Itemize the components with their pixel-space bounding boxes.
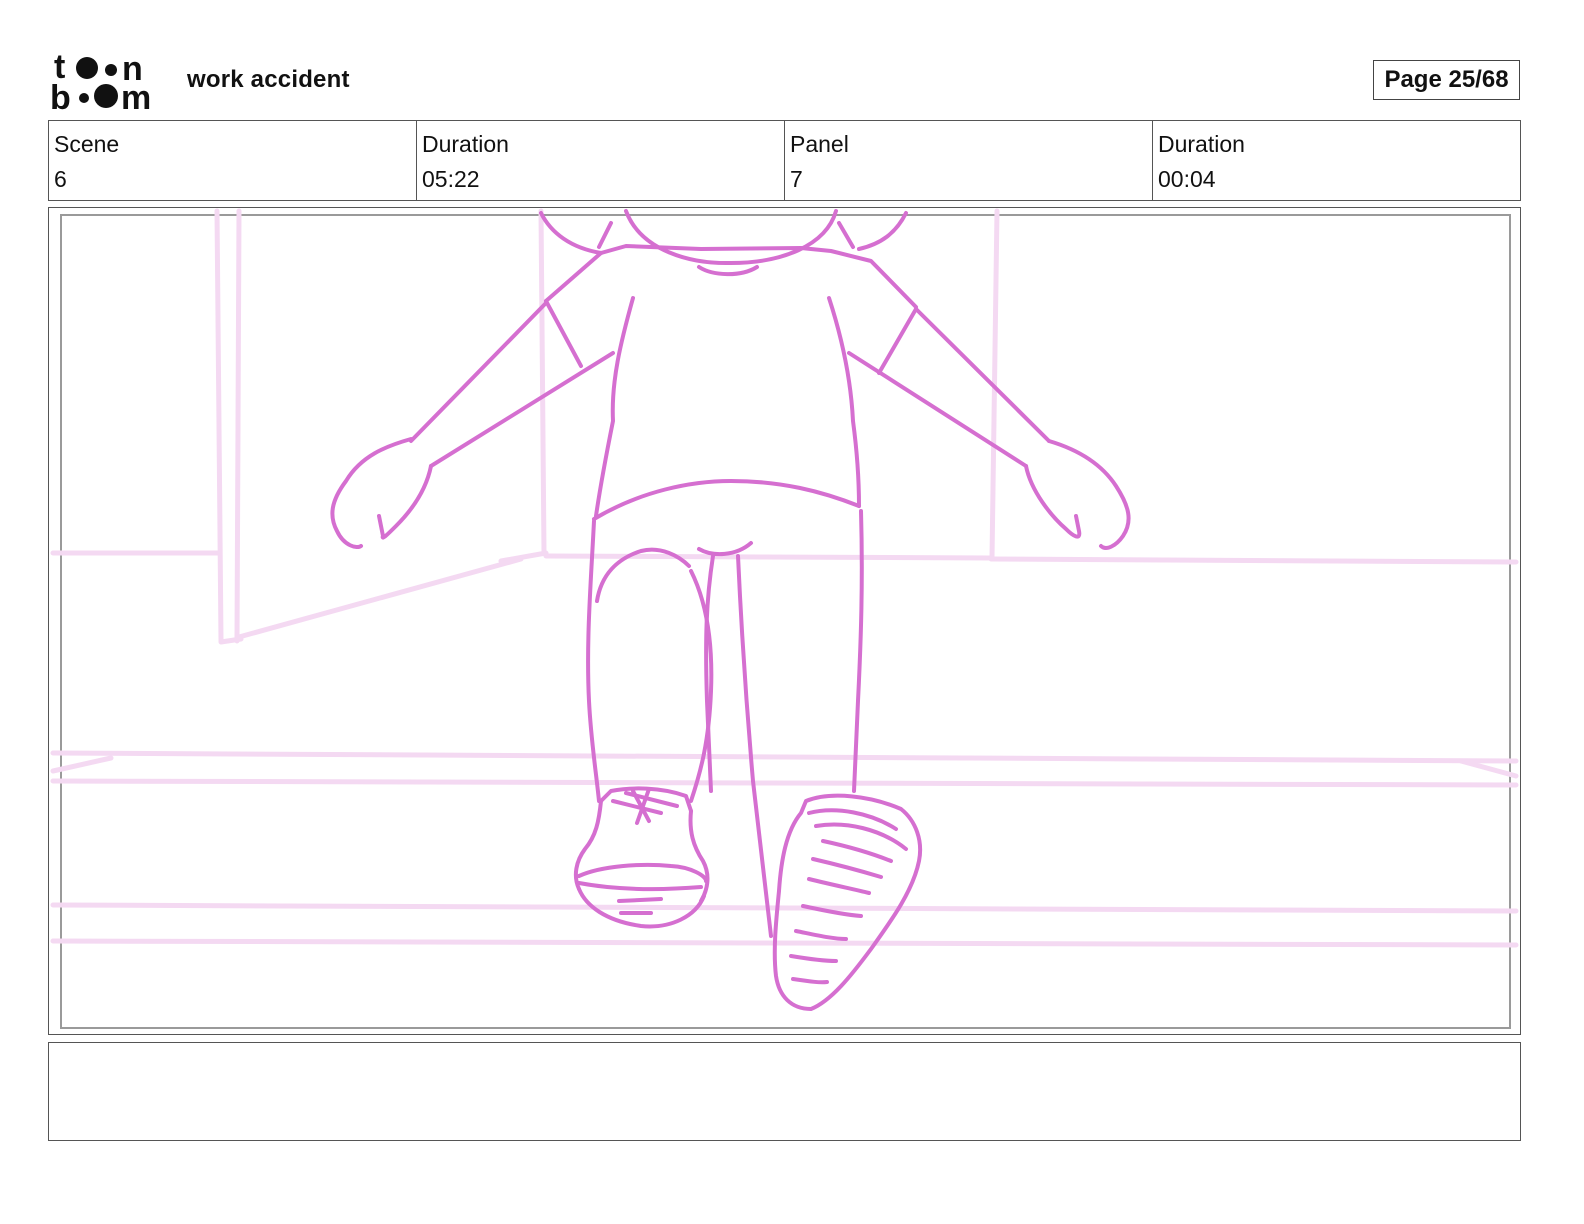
background-layout: [50, 208, 1519, 948]
character-sketch: [330, 209, 1131, 1011]
toon-boom-logo: t n b m: [50, 48, 165, 117]
scene-value: 6: [54, 166, 67, 192]
page-indicator: Page 25/68: [1373, 60, 1520, 100]
panel-duration-value: 00:04: [1158, 166, 1216, 192]
svg-text:m: m: [121, 79, 151, 112]
scene-duration-label: Duration: [422, 131, 509, 157]
panel-value: 7: [790, 166, 803, 192]
project-title: work accident: [187, 66, 350, 93]
storyboard-panel: [48, 207, 1521, 1035]
svg-text:b: b: [50, 79, 71, 112]
panel-duration-cell: Duration 00:04: [1153, 121, 1520, 200]
panel-sketch: [50, 208, 1519, 1029]
scene-duration-value: 05:22: [422, 166, 480, 192]
scene-cell: Scene 6: [49, 121, 417, 200]
scene-label: Scene: [54, 131, 120, 157]
panel-cell: Panel 7: [785, 121, 1153, 200]
panel-duration-label: Duration: [1158, 131, 1245, 157]
panel-info-table: Scene 6 Duration 05:22 Panel 7 Duration …: [48, 120, 1521, 201]
panel-label: Panel: [790, 131, 849, 157]
panel-notes-box[interactable]: [48, 1042, 1521, 1141]
scene-duration-cell: Duration 05:22: [417, 121, 785, 200]
